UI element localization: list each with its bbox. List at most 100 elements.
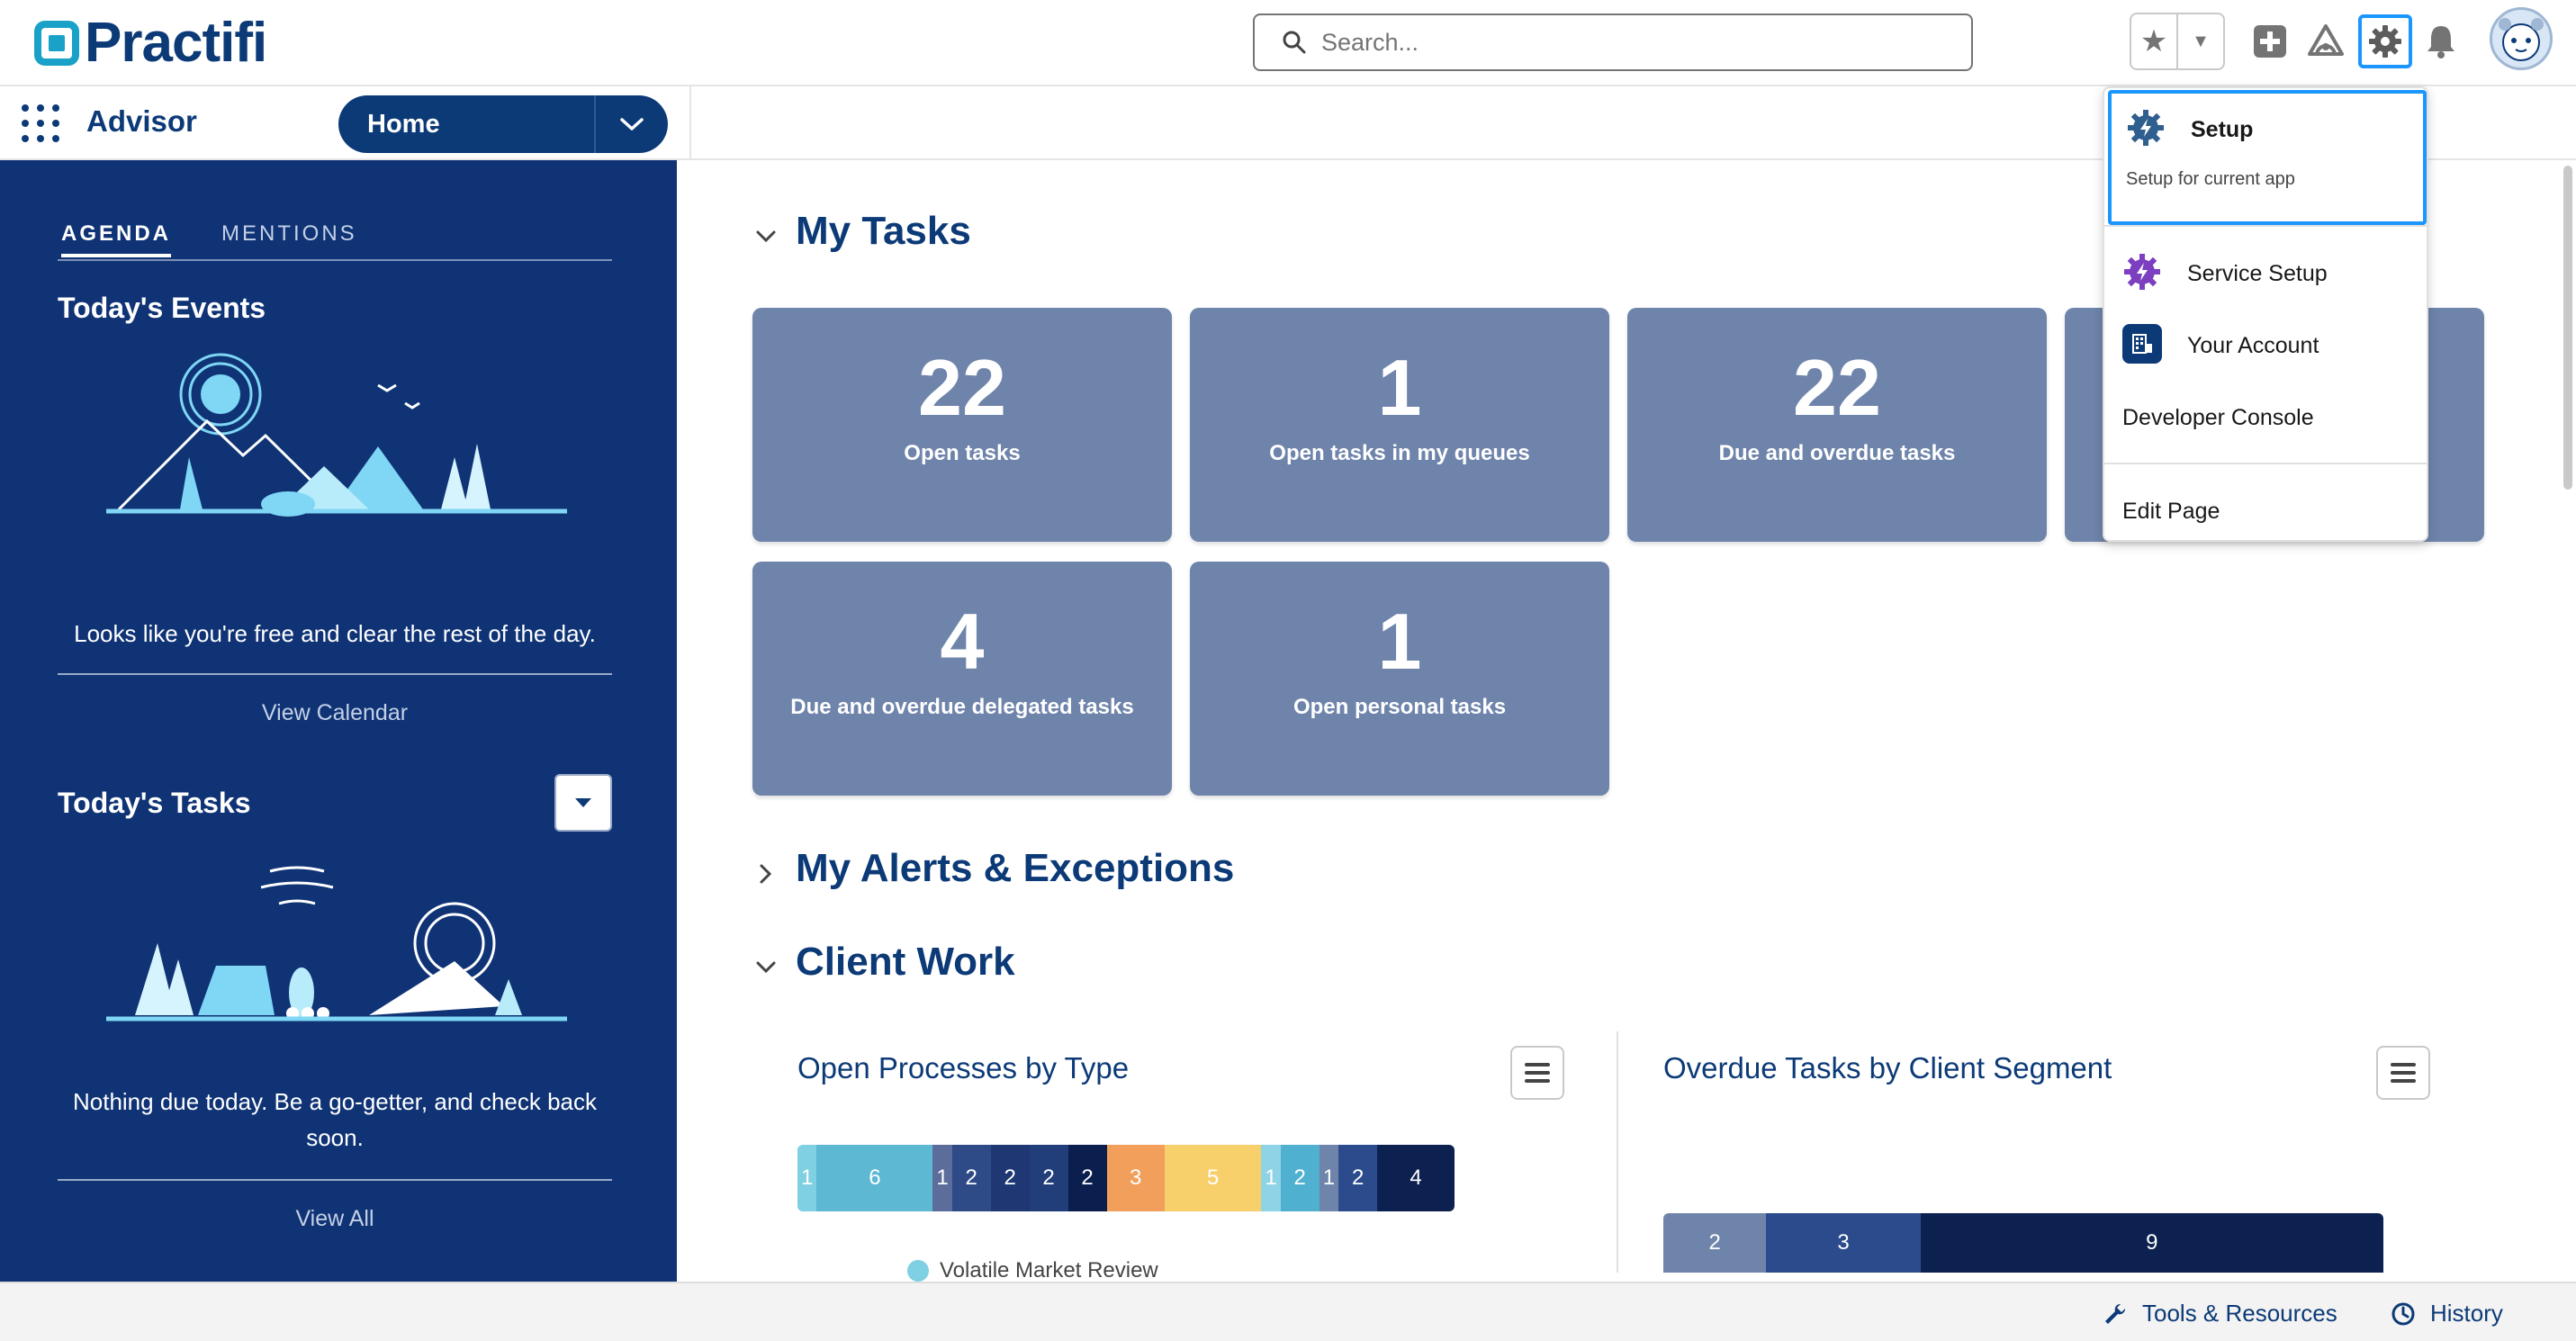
- star-icon[interactable]: ★: [2131, 14, 2178, 68]
- clock-icon: [2391, 1302, 2415, 1325]
- tile-value: 4: [940, 597, 985, 686]
- menu-divider: [2104, 463, 2427, 464]
- overdue-tasks-bar: 239: [1663, 1213, 2383, 1273]
- history-label: History: [2430, 1300, 2503, 1327]
- tile-personal-tasks[interactable]: 1 Open personal tasks: [1190, 562, 1609, 796]
- alerts-title: My Alerts & Exceptions: [796, 846, 1235, 890]
- open-processes-segment[interactable]: 2: [951, 1145, 991, 1211]
- tasks-empty-text: Nothing due today. Be a go-getter, and c…: [72, 1088, 598, 1151]
- client-work-chevron-down-icon[interactable]: [752, 954, 779, 986]
- tab-agenda[interactable]: AGENDA: [61, 221, 172, 257]
- home-tab-label[interactable]: Home: [338, 110, 594, 140]
- chart-menu-button[interactable]: [1510, 1046, 1564, 1100]
- search-placeholder: Search...: [1321, 28, 1419, 56]
- open-processes-segment[interactable]: 2: [1029, 1145, 1068, 1211]
- favorites-group: ★ ▼: [2130, 13, 2225, 70]
- scrollbar-thumb[interactable]: [2563, 166, 2572, 490]
- open-processes-segment[interactable]: 1: [797, 1145, 817, 1211]
- open-processes-segment[interactable]: 2: [1067, 1145, 1107, 1211]
- gear-icon: [2369, 25, 2401, 58]
- your-account-label: Your Account: [2187, 333, 2319, 358]
- events-empty-text: Looks like you're free and clear the res…: [74, 620, 596, 647]
- tile-value: 22: [918, 343, 1006, 432]
- view-all-link[interactable]: View All: [58, 1206, 612, 1232]
- tile-value: 1: [1377, 343, 1422, 432]
- tile-value: 22: [1793, 343, 1881, 432]
- overdue-tasks-title: Overdue Tasks by Client Segment: [1663, 1051, 2112, 1084]
- app-launcher-icon[interactable]: [20, 103, 59, 142]
- logo-mark-icon: [34, 21, 79, 66]
- setup-label: Setup: [2191, 117, 2254, 142]
- open-processes-title: Open Processes by Type: [797, 1051, 1130, 1084]
- menu-item-edit-page[interactable]: Edit Page: [2122, 499, 2220, 525]
- add-icon[interactable]: [2248, 20, 2292, 63]
- tasks-filter-dropdown[interactable]: [554, 774, 612, 832]
- tile-open-tasks[interactable]: 22 Open tasks: [752, 308, 1172, 542]
- nav-separator: [689, 86, 691, 160]
- setup-gear-button[interactable]: [2358, 14, 2412, 68]
- account-building-icon: [2122, 324, 2162, 364]
- tasks-heading: Today's Tasks: [58, 787, 251, 819]
- open-processes-segment[interactable]: 2: [1280, 1145, 1320, 1211]
- open-processes-bar: 16122223512124: [797, 1145, 1455, 1211]
- favorites-chevron-down-icon[interactable]: ▼: [2178, 14, 2223, 68]
- open-processes-segment[interactable]: 1: [1261, 1145, 1281, 1211]
- open-processes-segment[interactable]: 6: [816, 1145, 933, 1211]
- global-header: Practifi Search... ★ ▼: [0, 0, 2576, 86]
- caret-down-icon: [575, 798, 591, 807]
- tools-resources-button[interactable]: Tools & Resources: [2103, 1300, 2337, 1328]
- open-processes-segment[interactable]: 5: [1164, 1145, 1262, 1211]
- setup-subtitle: Setup for current app: [2126, 169, 2295, 189]
- trailhead-icon[interactable]: [2304, 20, 2347, 63]
- practifi-logo[interactable]: Practifi: [34, 12, 267, 74]
- menu-item-service-setup[interactable]: Service Setup: [2108, 241, 2427, 304]
- tile-label: Open personal tasks: [1293, 695, 1507, 719]
- menu-divider: [2104, 225, 2427, 227]
- view-calendar-link[interactable]: View Calendar: [58, 700, 612, 726]
- my-tasks-chevron-down-icon[interactable]: [752, 223, 779, 255]
- avatar[interactable]: [2490, 7, 2553, 70]
- tools-label: Tools & Resources: [2142, 1300, 2337, 1327]
- utility-footer: Tools & Resources History: [0, 1282, 2576, 1341]
- open-processes-segment[interactable]: 1: [932, 1145, 952, 1211]
- tabs-underline: [58, 259, 612, 261]
- events-divider: [58, 673, 612, 675]
- menu-item-developer-console[interactable]: Developer Console: [2122, 405, 2314, 431]
- agenda-sidebar: AGENDA MENTIONS Today's Events Looks lik…: [0, 160, 677, 1282]
- menu-item-setup[interactable]: Setup Setup for current app: [2108, 90, 2427, 225]
- chart-menu-button[interactable]: [2376, 1046, 2430, 1100]
- open-processes-segment[interactable]: 2: [1338, 1145, 1378, 1211]
- tile-label: Due and overdue tasks: [1718, 441, 1956, 465]
- setup-dropdown-menu: Setup Setup for current app Service Setu…: [2103, 86, 2428, 542]
- logo-text: Practifi: [85, 12, 267, 74]
- tasks-divider: [58, 1179, 612, 1181]
- events-heading: Today's Events: [58, 292, 266, 324]
- setup-gear-icon: [2126, 108, 2166, 148]
- bell-icon[interactable]: [2419, 20, 2463, 63]
- home-nav-pill[interactable]: Home: [338, 95, 668, 153]
- service-setup-icon: [2122, 252, 2162, 292]
- overdue-tasks-segment[interactable]: 9: [1920, 1213, 2383, 1273]
- campfire-illustration: [106, 866, 567, 1022]
- open-processes-segment[interactable]: 2: [990, 1145, 1030, 1211]
- tile-open-tasks-in-queues[interactable]: 1 Open tasks in my queues: [1190, 308, 1609, 542]
- legend-label: Volatile Market Review: [940, 1258, 1158, 1282]
- search-icon: [1283, 31, 1306, 54]
- legend-swatch: [907, 1260, 929, 1282]
- tab-mentions[interactable]: MENTIONS: [221, 221, 357, 247]
- open-processes-segment[interactable]: 4: [1377, 1145, 1455, 1211]
- tile-value: 1: [1377, 597, 1422, 686]
- open-processes-segment[interactable]: 3: [1106, 1145, 1165, 1211]
- alerts-chevron-right-icon[interactable]: [752, 860, 779, 892]
- camping-illustration: [106, 353, 567, 517]
- menu-item-your-account[interactable]: Your Account: [2108, 313, 2427, 376]
- global-search-input[interactable]: Search...: [1253, 14, 1973, 71]
- tile-due-and-overdue[interactable]: 22 Due and overdue tasks: [1627, 308, 2047, 542]
- tile-delegated-tasks[interactable]: 4 Due and overdue delegated tasks: [752, 562, 1172, 796]
- open-processes-segment[interactable]: 1: [1319, 1145, 1339, 1211]
- overdue-tasks-segment[interactable]: 2: [1663, 1213, 1767, 1273]
- history-button[interactable]: History: [2391, 1300, 2503, 1328]
- nav-chevron-down-icon[interactable]: [596, 116, 668, 132]
- app-name: Advisor: [86, 104, 197, 138]
- overdue-tasks-segment[interactable]: 3: [1766, 1213, 1921, 1273]
